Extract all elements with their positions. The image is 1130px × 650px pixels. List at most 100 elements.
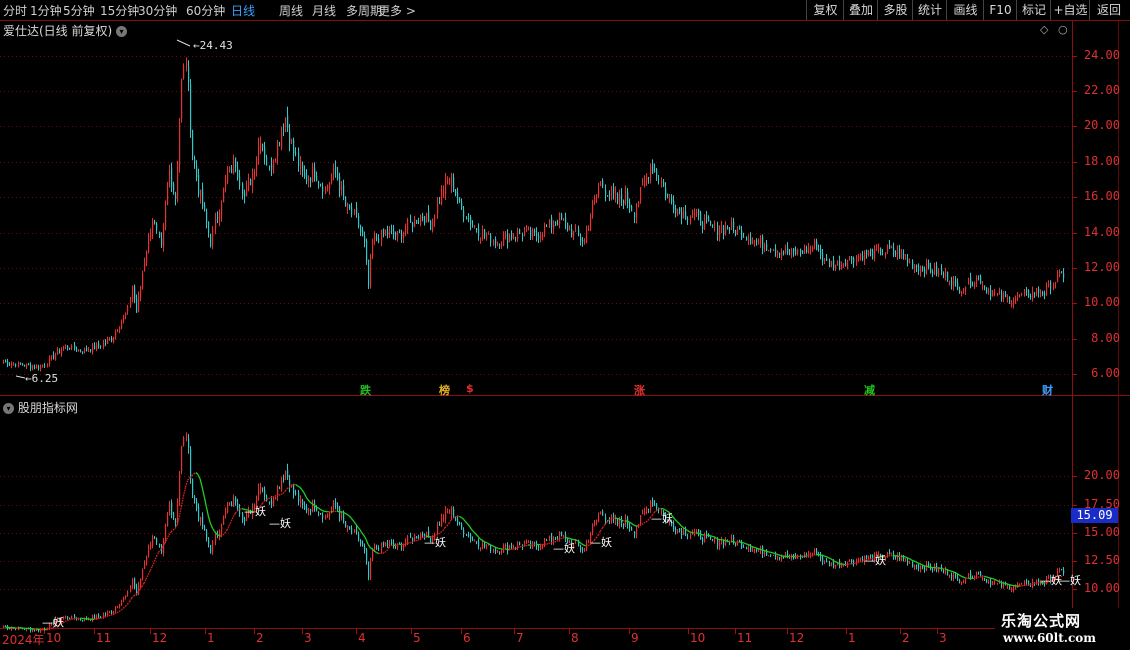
candle-body bbox=[770, 248, 772, 251]
candle-body bbox=[818, 249, 820, 251]
candle-body bbox=[341, 186, 343, 192]
sub-candle-body bbox=[714, 538, 716, 540]
sub-candle-body bbox=[634, 531, 636, 535]
candle-body bbox=[389, 230, 391, 234]
candle-body bbox=[679, 207, 681, 212]
ma-line-segment bbox=[266, 498, 269, 501]
sub-candle-body bbox=[652, 499, 654, 507]
ma-line-segment bbox=[226, 525, 230, 531]
candle-body bbox=[177, 163, 179, 202]
sub-candle-body bbox=[619, 520, 621, 526]
sub-candle-body bbox=[592, 524, 594, 534]
sub-candle-body bbox=[451, 507, 453, 515]
sub-candle-body bbox=[80, 619, 82, 621]
candle-body bbox=[3, 361, 5, 363]
candle-body bbox=[592, 201, 594, 216]
ma-line-segment bbox=[927, 565, 931, 568]
price-axis-label: 16.00 bbox=[1083, 189, 1120, 204]
ma-line-segment bbox=[710, 535, 713, 537]
sub-candle-body bbox=[117, 607, 119, 609]
candle-body bbox=[899, 248, 901, 258]
ma-line-segment bbox=[462, 518, 467, 523]
sub-candle-body bbox=[227, 506, 229, 513]
sub-candle-body bbox=[814, 549, 816, 553]
candle-body bbox=[1028, 290, 1030, 298]
candle-body bbox=[457, 192, 459, 201]
ma-line-segment bbox=[413, 540, 417, 543]
candle-body bbox=[681, 211, 683, 219]
time-axis-label: 3 bbox=[304, 631, 312, 645]
candle-body bbox=[808, 247, 810, 254]
candle-body bbox=[461, 201, 463, 209]
ma-line-segment bbox=[133, 593, 137, 597]
candle-body bbox=[53, 354, 55, 359]
sub-candle-body bbox=[623, 523, 625, 526]
candle-body bbox=[13, 363, 15, 365]
candle-body bbox=[725, 226, 727, 234]
candle-body bbox=[729, 228, 731, 230]
ma-line-segment bbox=[569, 537, 572, 540]
candle-body bbox=[20, 362, 22, 365]
ma-line-segment bbox=[778, 554, 782, 557]
candle-body bbox=[746, 237, 748, 241]
candle-body bbox=[347, 203, 349, 208]
candle-body bbox=[121, 321, 123, 329]
candle-body bbox=[717, 224, 719, 236]
event-marker[interactable]: 榜 bbox=[439, 382, 450, 398]
candle-body bbox=[613, 186, 615, 194]
yao-signal: —妖 bbox=[590, 536, 612, 549]
candle-body bbox=[175, 192, 177, 200]
sub-candle-body bbox=[82, 620, 84, 622]
candle-body bbox=[277, 142, 279, 157]
sub-candle-body bbox=[656, 503, 658, 509]
sub-candle-body bbox=[208, 537, 210, 545]
sub-candle-body bbox=[750, 547, 752, 552]
candle-body bbox=[229, 166, 231, 172]
sub-candle-body bbox=[912, 561, 914, 568]
candle-body bbox=[256, 158, 258, 170]
sub-candle-body bbox=[188, 438, 190, 448]
candle-body bbox=[976, 277, 978, 283]
sub-candle-body bbox=[943, 570, 945, 572]
ma-line-segment bbox=[201, 486, 205, 497]
ma-line-segment bbox=[745, 543, 748, 545]
event-marker[interactable]: 跌 bbox=[360, 382, 371, 398]
candle-body bbox=[82, 351, 84, 354]
event-marker[interactable]: 减 bbox=[864, 382, 875, 398]
sub-candle-body bbox=[387, 543, 389, 546]
event-marker[interactable]: $ bbox=[466, 382, 474, 395]
ma-line-segment bbox=[207, 515, 212, 524]
time-axis-label: 1 bbox=[848, 631, 856, 645]
candle-body bbox=[426, 213, 428, 223]
candle-body bbox=[96, 343, 98, 350]
ma-line-segment bbox=[118, 609, 122, 613]
candle-body bbox=[1021, 293, 1023, 295]
candle-body bbox=[586, 231, 588, 244]
candle-body bbox=[538, 235, 540, 239]
ma-line-segment bbox=[216, 533, 220, 536]
candle-body bbox=[650, 165, 652, 178]
sub-candle-body bbox=[142, 570, 144, 580]
ma-line-segment bbox=[764, 549, 767, 552]
candle-body bbox=[870, 249, 872, 251]
sub-candle-body bbox=[756, 549, 758, 551]
candle-body bbox=[237, 168, 239, 178]
ma-line-segment bbox=[996, 579, 999, 582]
candle-body bbox=[795, 249, 797, 255]
sub-candle-body bbox=[287, 469, 289, 478]
sub-candle-body bbox=[360, 539, 362, 544]
time-axis-label: 1 bbox=[207, 631, 215, 645]
ma-line-segment bbox=[320, 508, 323, 512]
candle-body bbox=[775, 248, 777, 254]
candle-body bbox=[648, 177, 650, 179]
sub-candle-body bbox=[441, 517, 443, 526]
sub-candle-body bbox=[134, 578, 136, 587]
sub-candle-body bbox=[233, 497, 235, 507]
ma-line-segment bbox=[170, 529, 174, 533]
event-marker[interactable]: 财 bbox=[1042, 382, 1053, 398]
candle-body bbox=[154, 221, 156, 224]
candle-body bbox=[992, 292, 994, 297]
ma-line-segment bbox=[230, 516, 234, 522]
ma-line-segment bbox=[108, 614, 112, 617]
event-marker[interactable]: 涨 bbox=[634, 382, 645, 398]
